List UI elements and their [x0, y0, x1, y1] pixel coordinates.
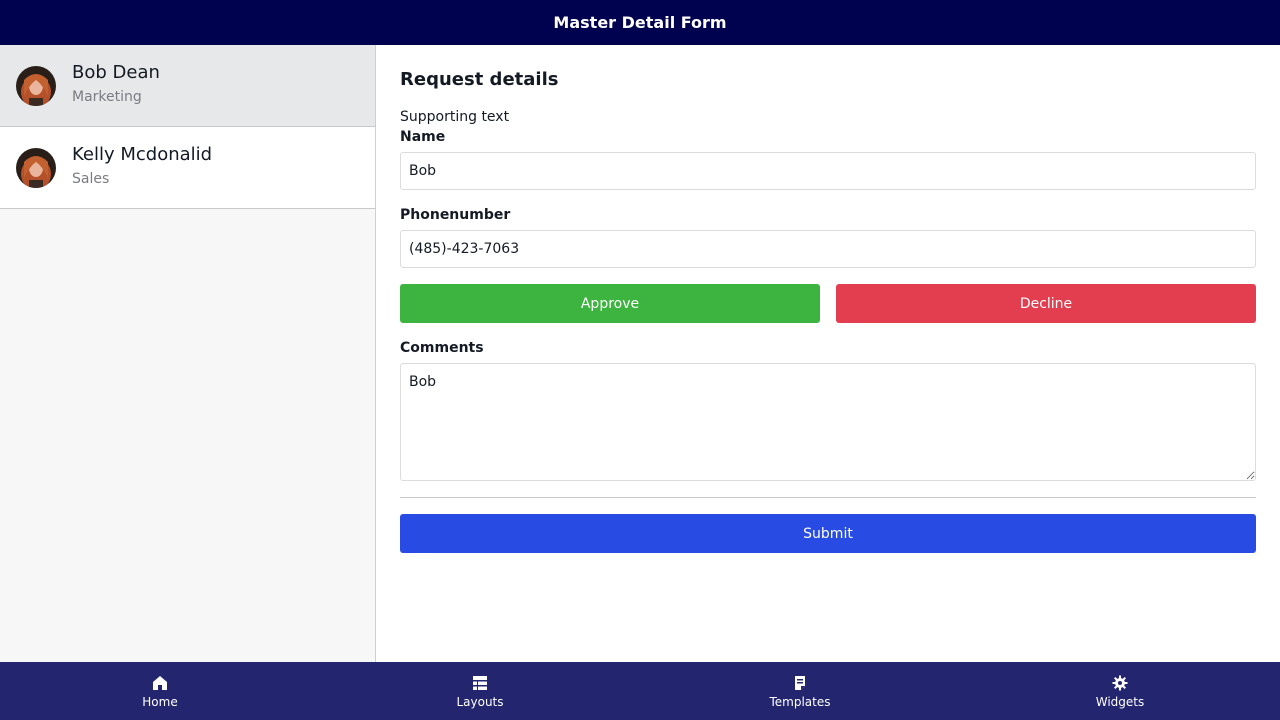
gear-icon	[1112, 674, 1128, 692]
decline-button[interactable]: Decline	[836, 284, 1256, 323]
page-title-header: Master Detail Form	[553, 13, 727, 32]
approve-button[interactable]: Approve	[400, 284, 820, 323]
bottom-navigation: Home Layouts Templates Widgets	[0, 662, 1280, 720]
phone-input[interactable]	[400, 230, 1256, 268]
supporting-text: Supporting text	[400, 109, 510, 125]
list-item-kelly-mcdonalid[interactable]: Kelly Mcdonalid Sales	[0, 127, 375, 209]
list-item-bob-dean[interactable]: Bob Dean Marketing	[0, 45, 375, 127]
nav-item-layouts[interactable]: Layouts	[320, 662, 640, 720]
nav-label: Widgets	[1095, 694, 1145, 709]
name-input[interactable]	[400, 152, 1256, 190]
nav-label: Layouts	[456, 694, 504, 709]
phone-label: Phonenumber	[400, 207, 511, 223]
nav-label: Templates	[769, 694, 831, 709]
name-label: Name	[400, 129, 446, 145]
layouts-icon	[472, 674, 488, 692]
avatar	[16, 148, 56, 188]
master-list: Bob Dean Marketing Kelly Mcdonalid Sales	[0, 45, 376, 662]
nav-label: Home	[142, 694, 178, 709]
list-item-name: Kelly Mcdonalid	[72, 144, 213, 165]
list-item-name: Bob Dean	[72, 62, 160, 83]
divider	[400, 497, 1256, 498]
nav-item-templates[interactable]: Templates	[640, 662, 960, 720]
app-header: Master Detail Form	[0, 0, 1280, 45]
avatar	[16, 66, 56, 106]
comments-textarea[interactable]: Bob	[400, 363, 1256, 481]
nav-item-home[interactable]: Home	[0, 662, 320, 720]
list-item-department: Marketing	[72, 89, 142, 105]
detail-title: Request details	[400, 69, 559, 90]
nav-item-widgets[interactable]: Widgets	[960, 662, 1280, 720]
comments-label: Comments	[400, 340, 484, 356]
templates-icon	[792, 674, 808, 692]
home-icon	[152, 674, 168, 692]
detail-panel: Request details Supporting text Name Pho…	[376, 45, 1280, 662]
list-item-department: Sales	[72, 171, 110, 187]
submit-button[interactable]: Submit	[400, 514, 1256, 553]
